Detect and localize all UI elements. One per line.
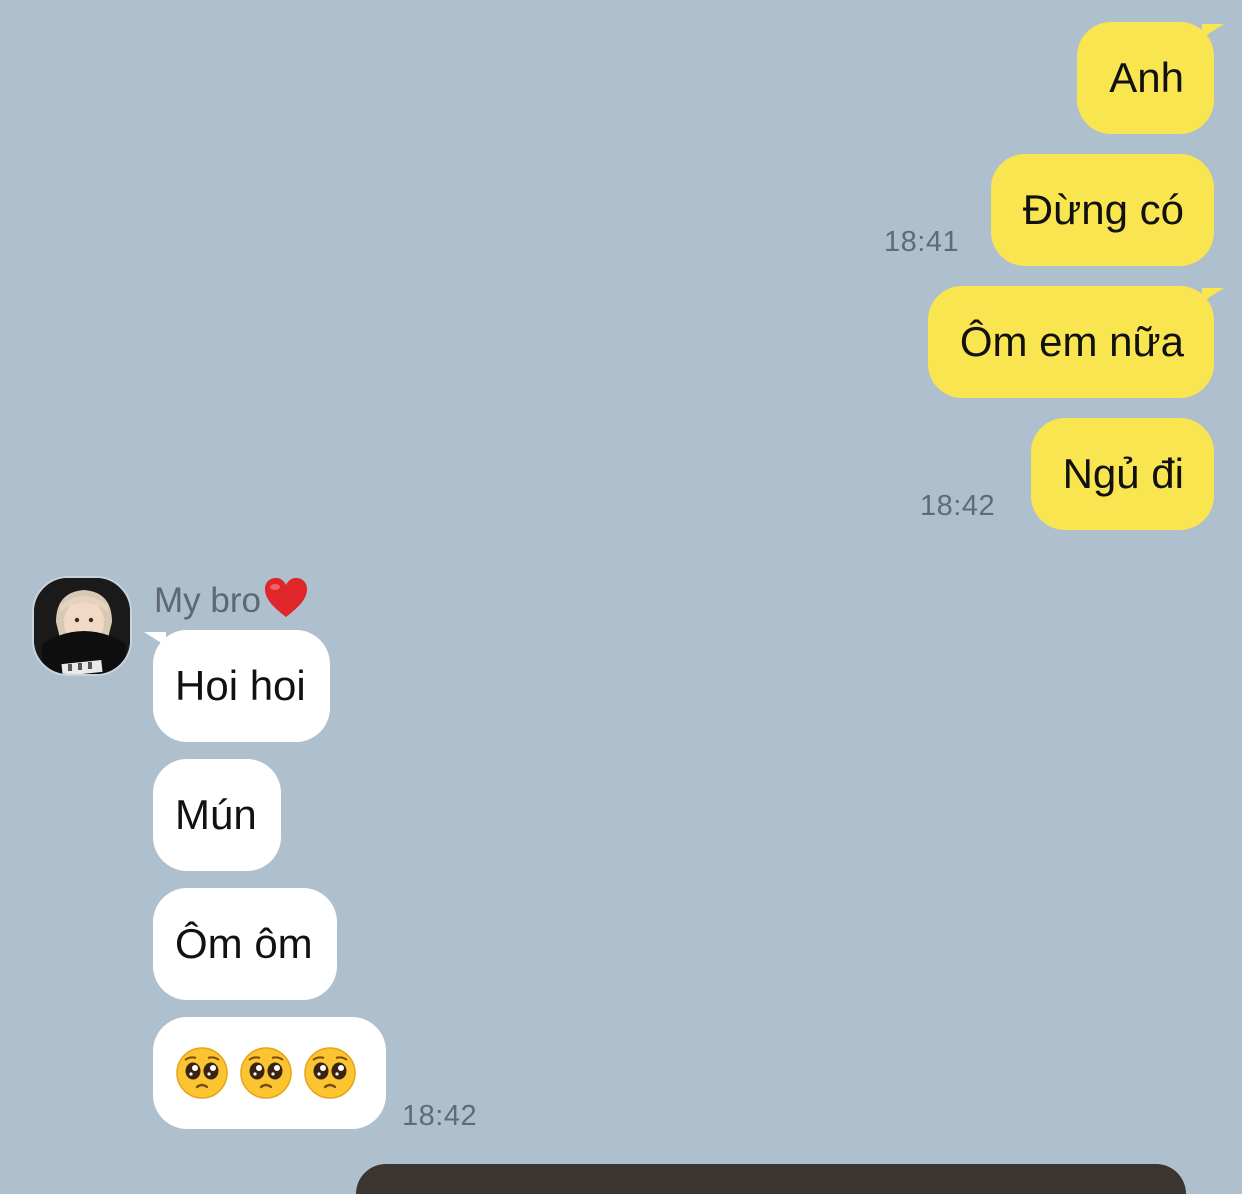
pleading-face-icon [176, 1047, 228, 1099]
message-timestamp: 18:41 [884, 226, 960, 258]
message-timestamp: 18:42 [402, 1100, 478, 1132]
outgoing-message[interactable]: Ôm em nữa [927, 286, 1214, 398]
incoming-message[interactable]: Mún [153, 759, 281, 871]
incoming-message[interactable]: Ôm ôm [153, 888, 337, 1000]
pleading-face-icon [240, 1047, 292, 1099]
partial-image-message[interactable] [356, 1164, 1186, 1194]
contact-name: My bro [154, 576, 309, 629]
chat-thread[interactable]: Anh Đừng có 18:41 Ôm em nữa Ngủ đi 18:42… [0, 0, 1242, 1194]
profile-photo [34, 578, 130, 674]
emoji-row [175, 1017, 362, 1129]
outgoing-message[interactable]: Ngủ đi [1030, 418, 1214, 530]
incoming-message[interactable] [153, 1017, 386, 1129]
incoming-message[interactable]: Hoi hoi [153, 630, 330, 742]
pleading-face-icon [304, 1047, 356, 1099]
outgoing-message[interactable]: Đừng có [990, 154, 1214, 266]
message-timestamp: 18:42 [920, 490, 996, 522]
red-heart-icon [263, 576, 309, 629]
contact-avatar[interactable] [32, 576, 132, 676]
contact-name-text: My bro [154, 580, 261, 620]
outgoing-message[interactable]: Anh [1077, 22, 1214, 134]
